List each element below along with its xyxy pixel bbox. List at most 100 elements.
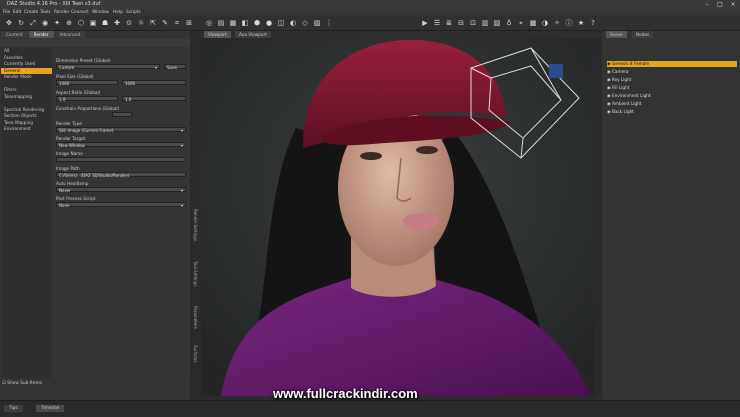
tab-surfaces[interactable]: Surfaces <box>190 339 198 369</box>
menu-file[interactable]: File <box>3 10 10 15</box>
info-icon[interactable]: ⓘ <box>564 18 574 28</box>
menu-window[interactable]: Window <box>92 10 109 15</box>
post-script-select[interactable]: None ▾ <box>56 202 186 208</box>
brush-icon[interactable]: ✎ <box>160 18 170 28</box>
geometry-editor-icon[interactable]: ⬡ <box>76 18 86 28</box>
tab-render[interactable]: Render <box>28 31 54 38</box>
iray-icon[interactable]: ◧ <box>240 18 250 28</box>
transform-icon[interactable]: ✥ <box>4 18 14 28</box>
region-icon[interactable]: ▣ <box>88 18 98 28</box>
play-icon[interactable]: ▶ <box>420 18 430 28</box>
tab-advanced[interactable]: Advanced <box>54 31 86 38</box>
category-item[interactable]: Environment <box>1 126 52 133</box>
menu-edit[interactable]: Edit <box>13 10 21 15</box>
tab-tool-settings[interactable]: Tool Settings <box>190 253 198 295</box>
render-type-select[interactable]: Still Image (Current Frame) ▾ <box>56 127 186 133</box>
menu-connect[interactable]: Connect <box>71 10 89 15</box>
grid-icon[interactable]: ⌗ <box>172 18 182 28</box>
eye-icon[interactable]: ◎ <box>204 18 214 28</box>
tab-nodes[interactable]: Nodes <box>632 31 654 38</box>
morph-icon[interactable]: ✧ <box>552 18 562 28</box>
scene-node[interactable]: ◉ Back Light <box>607 109 737 115</box>
aspect-b-field[interactable]: 1.0 <box>122 96 186 102</box>
constrain-label: Constrain Proportions (Global) <box>56 106 120 111</box>
texture-icon[interactable]: ▧ <box>312 18 322 28</box>
tab-content[interactable]: Content <box>1 31 28 38</box>
node-label: Ambient Light <box>612 101 642 106</box>
wire-icon[interactable]: ◇ <box>300 18 310 28</box>
pixel-height-field[interactable]: 1080 <box>122 80 186 86</box>
node-label: Fill Light <box>612 85 630 90</box>
menu-help[interactable]: Help <box>113 10 123 15</box>
menu-create[interactable]: Create <box>24 10 38 15</box>
frame-icon[interactable]: ⊡ <box>468 18 478 28</box>
cube-icon[interactable]: ◫ <box>276 18 286 28</box>
tab-parameters[interactable]: Parameters <box>190 299 198 335</box>
chevron-down-icon: ▾ <box>154 65 157 70</box>
render-settings-pane: Content Render Advanced All Favorites Curr… <box>0 31 198 400</box>
tiles-icon[interactable]: ▩ <box>528 18 538 28</box>
hierarchy-icon[interactable]: ⋮ <box>324 18 334 28</box>
headlamp-select[interactable]: Never ▾ <box>56 187 186 193</box>
select-icon[interactable]: ⇱ <box>148 18 158 28</box>
scale-icon[interactable]: ⤢ <box>28 18 38 28</box>
pose-icon[interactable]: ☗ <box>100 18 110 28</box>
surface-selection-icon[interactable]: ⊕ <box>64 18 74 28</box>
left-eye <box>360 152 382 160</box>
tab-aux-viewport[interactable]: Aux Viewport <box>235 31 271 38</box>
image-path-field[interactable]: C:/Users/.../DAZ 3D/Studio/Renders <box>56 172 186 178</box>
scene-node[interactable]: ◉ Ambient Light <box>607 101 737 107</box>
bulb-icon[interactable]: ♁ <box>504 18 514 28</box>
tab-timeline[interactable]: Timeline <box>36 405 65 412</box>
star-icon[interactable]: ★ <box>576 18 586 28</box>
render-target-select[interactable]: New Window ▾ <box>56 142 186 148</box>
category-list: All Favorites Currently Used General Ren… <box>1 48 52 378</box>
sphere-icon[interactable]: ● <box>264 18 274 28</box>
list-icon[interactable]: ☰ <box>432 18 442 28</box>
rotate-icon[interactable]: ↻ <box>16 18 26 28</box>
scene-node[interactable]: ◉ Fill Light <box>607 85 737 91</box>
3d-viewport[interactable] <box>201 38 599 396</box>
camera-gizmo[interactable] <box>549 64 563 78</box>
pixel-size-label: Pixel Size (Global) <box>56 74 94 79</box>
chart-icon[interactable]: ▥ <box>480 18 490 28</box>
light-icon[interactable]: ☼ <box>136 18 146 28</box>
spot-render-icon[interactable]: ✚ <box>112 18 122 28</box>
render-settings-icon[interactable]: ▤ <box>216 18 226 28</box>
pixel-width-field[interactable]: 1080 <box>56 80 118 86</box>
scene-node[interactable]: ◉ Key Light <box>607 77 737 83</box>
grid2-icon[interactable]: ⊟ <box>456 18 466 28</box>
fit-icon[interactable]: ⊞ <box>184 18 194 28</box>
close-icon[interactable]: × <box>726 0 740 9</box>
tab-scene[interactable]: Scene <box>606 31 627 38</box>
preset-select[interactable]: Custom ▾ <box>56 64 160 70</box>
menu-tools[interactable]: Tools <box>40 10 51 15</box>
preset-label: Dimension Preset (Global) <box>56 58 111 63</box>
save-preset-button[interactable]: Save <box>164 64 186 70</box>
aspect-a-field[interactable]: 1.0 <box>56 96 118 102</box>
menu-scripts[interactable]: Scripts <box>126 10 141 15</box>
node-weight-icon[interactable]: ◉ <box>40 18 50 28</box>
layers-icon[interactable]: ≣ <box>444 18 454 28</box>
camera-icon[interactable]: ⊙ <box>124 18 134 28</box>
box-icon[interactable]: ⬢ <box>252 18 262 28</box>
image-name-field[interactable] <box>56 157 186 162</box>
bars-icon[interactable]: ▨ <box>492 18 502 28</box>
menu-render[interactable]: Render <box>54 10 69 15</box>
render-icon[interactable]: ▦ <box>228 18 238 28</box>
tab-viewport[interactable]: Viewport <box>204 31 231 38</box>
help-icon[interactable]: ? <box>588 18 598 28</box>
contrast-icon[interactable]: ◑ <box>540 18 550 28</box>
constrain-toggle[interactable] <box>112 112 132 117</box>
joint-editor-icon[interactable]: ✦ <box>52 18 62 28</box>
scene-node[interactable]: ◉ Environment Light <box>607 93 737 99</box>
pin-icon[interactable]: ⌖ <box>516 18 526 28</box>
tab-render-settings[interactable]: Render Settings <box>190 201 198 249</box>
scene-node[interactable]: ◉ Camera <box>607 69 737 75</box>
tab-tips[interactable]: Tips <box>4 405 23 412</box>
maximize-icon[interactable]: □ <box>713 0 727 9</box>
minimize-icon[interactable]: – <box>700 0 714 9</box>
show-subitems-toggle[interactable]: ☑ Show Sub-Items <box>2 381 42 386</box>
shading-icon[interactable]: ◐ <box>288 18 298 28</box>
scene-node-selected[interactable]: ◉ Genesis 8 Female <box>607 61 737 67</box>
